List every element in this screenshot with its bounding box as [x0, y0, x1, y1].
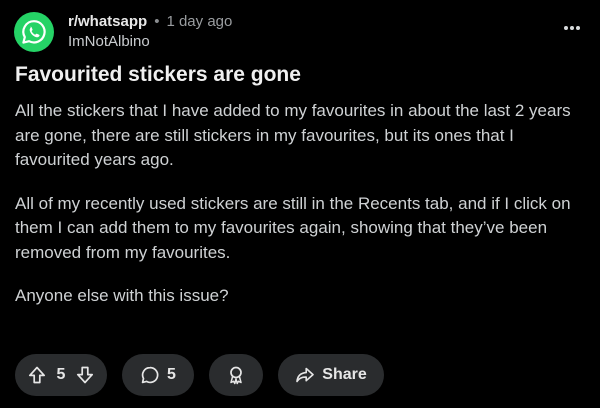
post-paragraph: All the stickers that I have added to my… [15, 101, 571, 169]
post-paragraph: All of my recently used stickers are sti… [15, 193, 571, 262]
comments-button[interactable]: 5 [122, 354, 194, 396]
award-button[interactable] [209, 354, 263, 396]
share-arrow-icon [295, 365, 315, 385]
downvote-button[interactable] [75, 365, 95, 385]
post-body: All the stickers that I have added to my… [15, 99, 587, 328]
post-meta-top: r/whatsapp • 1 day ago [68, 12, 232, 31]
subreddit-avatar[interactable] [14, 12, 54, 52]
subreddit-link[interactable]: r/whatsapp [68, 12, 147, 31]
author-link[interactable]: ImNotAlbino [68, 32, 232, 52]
meta-separator: • [154, 13, 160, 30]
more-options-icon [564, 26, 580, 30]
vote-control: 5 [15, 354, 107, 396]
post-meta: r/whatsapp • 1 day ago ImNotAlbino [68, 12, 232, 52]
comment-count: 5 [167, 366, 176, 383]
share-button[interactable]: Share [278, 354, 384, 396]
post-paragraph: Anyone else with this issue? [15, 286, 229, 305]
comment-bubble-icon [140, 365, 160, 385]
more-options-button[interactable] [560, 18, 584, 38]
whatsapp-logo-icon [22, 20, 46, 44]
downvote-arrow-icon [76, 366, 94, 384]
upvote-arrow-icon [28, 366, 46, 384]
post-time: 1 day ago [166, 13, 233, 30]
share-label: Share [322, 366, 367, 383]
upvote-button[interactable] [27, 365, 47, 385]
post-actions: 5 5 Share [15, 354, 399, 396]
vote-count: 5 [56, 366, 66, 383]
post-header: r/whatsapp • 1 day ago ImNotAlbino [14, 12, 232, 52]
post-title[interactable]: Favourited stickers are gone [15, 62, 301, 88]
award-icon [226, 365, 246, 385]
